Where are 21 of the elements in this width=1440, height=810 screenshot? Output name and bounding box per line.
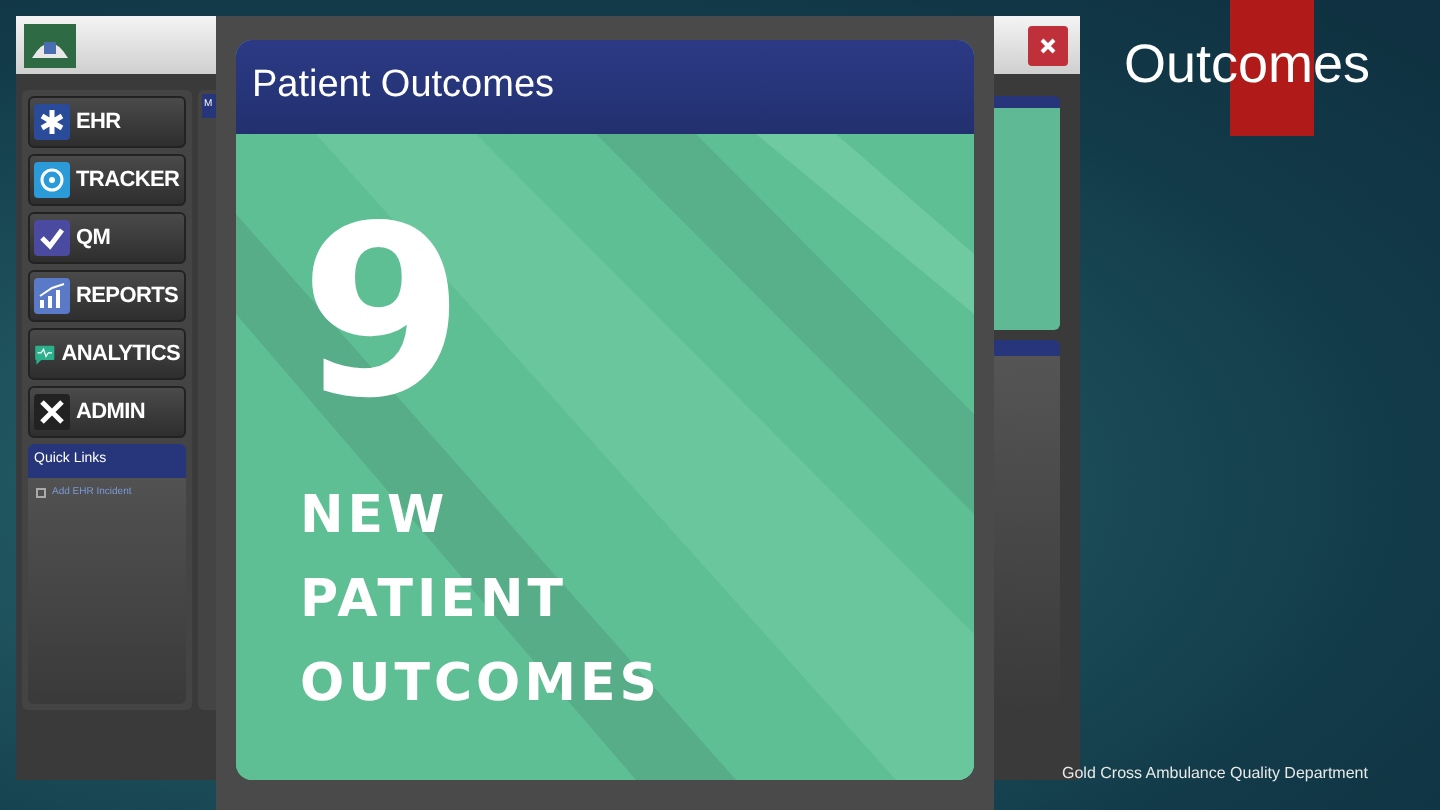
nav-button[interactable]: ADMIN — [28, 386, 186, 438]
outcome-count: 9 — [300, 194, 467, 430]
nav-button[interactable]: EHR — [28, 96, 186, 148]
close-icon — [1040, 37, 1056, 53]
nav-button[interactable]: ANALYTICS — [28, 328, 186, 380]
checkbox[interactable] — [36, 487, 46, 498]
accent-bar — [1230, 0, 1314, 34]
nav-button[interactable]: REPORTS — [28, 270, 186, 322]
nav-button[interactable]: TRACKER — [28, 154, 186, 206]
admin-icon — [34, 394, 70, 430]
close-button[interactable] — [1028, 25, 1068, 65]
qm-icon — [34, 220, 70, 256]
logo-icon — [24, 23, 76, 67]
slide-footer: Gold Cross Ambulance Quality Department — [1062, 762, 1368, 786]
outcome-caption: NEW PATIENT OUTCOMES — [300, 484, 661, 718]
accent-bar — [1230, 94, 1314, 136]
card-title: Patient Outcomes — [236, 40, 974, 134]
tracker-icon — [34, 162, 70, 198]
ehr-icon — [34, 104, 70, 140]
nav-button[interactable]: QM — [28, 212, 186, 264]
reports-icon — [34, 278, 70, 314]
